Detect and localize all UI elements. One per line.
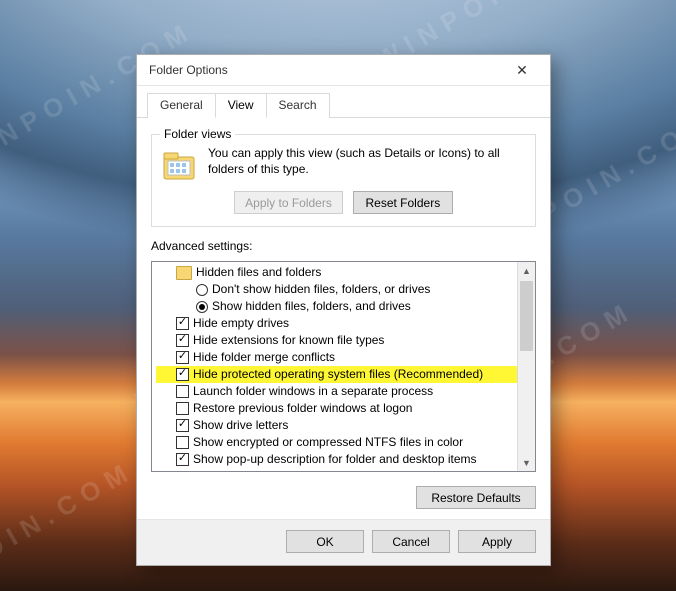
- checkbox-icon[interactable]: [176, 436, 189, 449]
- option-hide-merge-conflicts[interactable]: Hide folder merge conflicts: [156, 349, 517, 366]
- scroll-thumb[interactable]: [520, 281, 533, 351]
- watermark-text: WINPOIN.COM: [0, 455, 140, 591]
- dialog-button-row: OK Cancel Apply: [137, 519, 550, 565]
- tree-label: Hide extensions for known file types: [193, 332, 384, 349]
- option-show-popup-description[interactable]: Show pop-up description for folder and d…: [156, 451, 517, 468]
- tree-label: Hide folder merge conflicts: [193, 349, 335, 366]
- treeview-scrollbar[interactable]: ▲ ▼: [517, 262, 535, 471]
- tab-search[interactable]: Search: [266, 93, 330, 118]
- option-restore-previous-windows[interactable]: Restore previous folder windows at logon: [156, 400, 517, 417]
- tree-label: Hide protected operating system files (R…: [193, 366, 483, 383]
- reset-folders-button[interactable]: Reset Folders: [353, 191, 453, 214]
- folder-views-group: Folder views You can apply this view (su…: [151, 134, 536, 227]
- tabstrip: General View Search: [137, 86, 550, 118]
- tab-panel-view: Folder views You can apply this view (su…: [137, 118, 550, 519]
- tree-label: Launch folder windows in a separate proc…: [193, 383, 433, 400]
- desktop-wallpaper: WINPOIN.COM WINPOIN.COM WINPOIN.COM WINP…: [0, 0, 676, 591]
- option-show-encrypted-color[interactable]: Show encrypted or compressed NTFS files …: [156, 434, 517, 451]
- radio-icon[interactable]: [196, 284, 208, 296]
- restore-defaults-button[interactable]: Restore Defaults: [416, 486, 536, 509]
- tab-view[interactable]: View: [215, 93, 267, 118]
- option-launch-separate-process[interactable]: Launch folder windows in a separate proc…: [156, 383, 517, 400]
- checkbox-icon[interactable]: [176, 317, 189, 330]
- close-icon: ✕: [516, 62, 528, 79]
- option-hide-protected-os-files[interactable]: Hide protected operating system files (R…: [156, 366, 517, 383]
- option-show-drive-letters[interactable]: Show drive letters: [156, 417, 517, 434]
- checkbox-icon[interactable]: [176, 402, 189, 415]
- tree-label: Show drive letters: [193, 417, 288, 434]
- folder-options-dialog: Folder Options ✕ General View Search Fol…: [136, 54, 551, 566]
- radio-icon[interactable]: [196, 301, 208, 313]
- tree-label: Show pop-up description for folder and d…: [193, 451, 477, 468]
- advanced-settings-tree: Hidden files and folders Don't show hidd…: [151, 261, 536, 472]
- scroll-track[interactable]: [518, 279, 535, 454]
- tree-label: Don't show hidden files, folders, or dri…: [212, 281, 430, 298]
- folder-views-legend: Folder views: [160, 127, 235, 141]
- advanced-settings-label: Advanced settings:: [151, 239, 536, 253]
- dialog-title: Folder Options: [149, 63, 502, 77]
- option-hide-empty-drives[interactable]: Hide empty drives: [156, 315, 517, 332]
- ok-button[interactable]: OK: [286, 530, 364, 553]
- close-button[interactable]: ✕: [502, 55, 542, 85]
- option-hide-extensions[interactable]: Hide extensions for known file types: [156, 332, 517, 349]
- tree-label: Hidden files and folders: [196, 264, 321, 281]
- apply-button[interactable]: Apply: [458, 530, 536, 553]
- tab-general[interactable]: General: [147, 93, 216, 118]
- option-show-hidden[interactable]: Show hidden files, folders, and drives: [156, 298, 517, 315]
- tree-label: Hide empty drives: [193, 315, 289, 332]
- option-dont-show-hidden[interactable]: Don't show hidden files, folders, or dri…: [156, 281, 517, 298]
- folder-views-icon: [162, 147, 198, 183]
- folder-views-text: You can apply this view (such as Details…: [208, 145, 525, 177]
- tree-label: Restore previous folder windows at logon: [193, 400, 412, 417]
- titlebar[interactable]: Folder Options ✕: [137, 55, 550, 86]
- tree-label: Show encrypted or compressed NTFS files …: [193, 434, 463, 451]
- scroll-up-button[interactable]: ▲: [518, 262, 535, 279]
- cancel-button[interactable]: Cancel: [372, 530, 450, 553]
- checkbox-icon[interactable]: [176, 351, 189, 364]
- apply-to-folders-button: Apply to Folders: [234, 191, 343, 214]
- checkbox-icon[interactable]: [176, 385, 189, 398]
- checkbox-icon[interactable]: [176, 419, 189, 432]
- checkbox-icon[interactable]: [176, 334, 189, 347]
- treeview-list[interactable]: Hidden files and folders Don't show hidd…: [152, 262, 517, 471]
- checkbox-icon[interactable]: [176, 368, 189, 381]
- folder-icon: [176, 266, 192, 280]
- scroll-down-button[interactable]: ▼: [518, 454, 535, 471]
- tree-label: Show hidden files, folders, and drives: [212, 298, 411, 315]
- checkbox-icon[interactable]: [176, 453, 189, 466]
- tree-node-hidden-files[interactable]: Hidden files and folders: [156, 264, 517, 281]
